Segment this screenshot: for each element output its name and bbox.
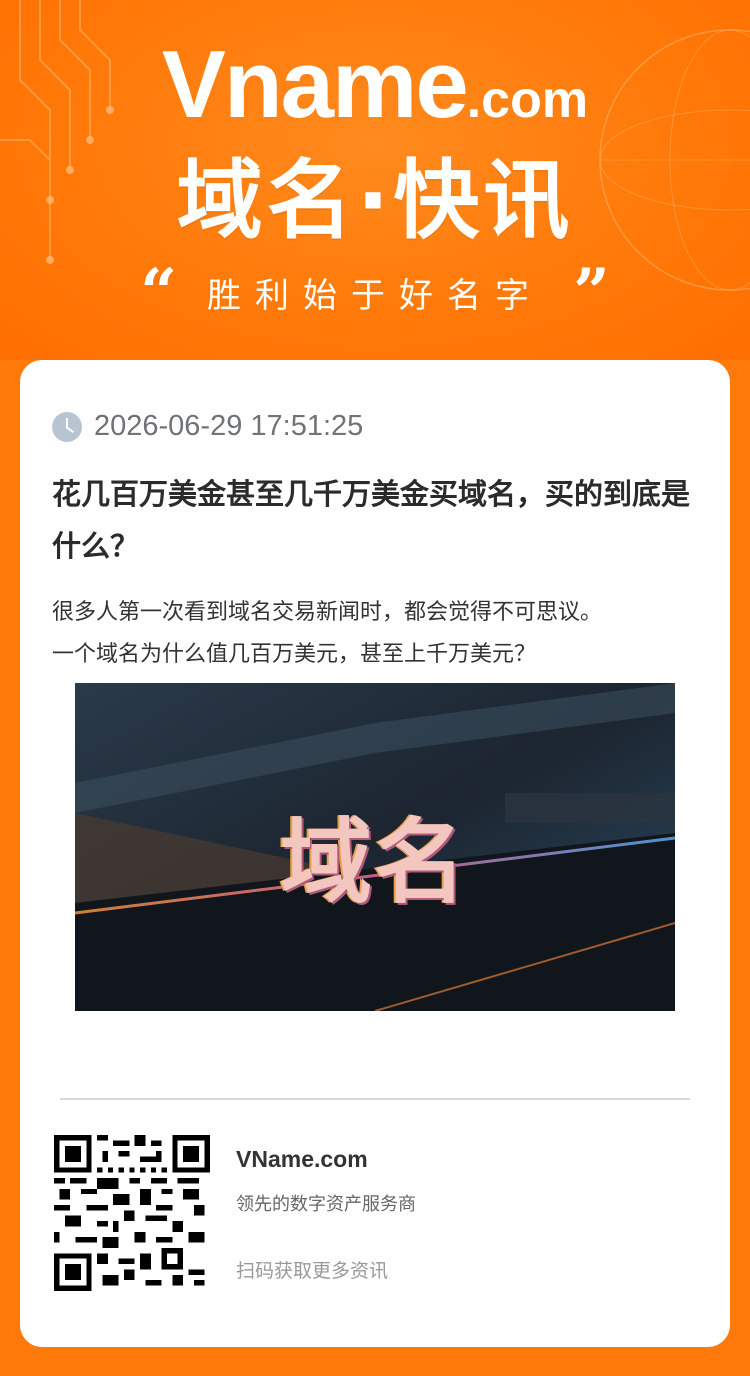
- quote-open-icon: “: [140, 254, 177, 330]
- qr-code[interactable]: [54, 1135, 210, 1291]
- article-image: 域名: [75, 683, 675, 1011]
- quote-close-icon: ”: [573, 254, 610, 330]
- brand-main: Vname: [161, 31, 469, 138]
- image-caption-text: 域名: [280, 809, 469, 916]
- company-tagline: 领先的数字资产服务商: [236, 1194, 416, 1215]
- slogan-text: 胜利始于好名字: [207, 276, 543, 316]
- header-banner: Vname.com 域名·快讯 “ 胜利始于好名字 ”: [0, 0, 750, 360]
- company-name: VName.com: [236, 1146, 368, 1172]
- clock-icon: [52, 411, 82, 442]
- divider: [60, 1098, 690, 1100]
- summary-line-1: 很多人第一次看到域名交易新闻时，都会觉得不可思议。: [52, 600, 603, 625]
- article-meta: 2026-06-29 17:51:25: [52, 410, 363, 443]
- timestamp: 2026-06-29 17:51:25: [94, 410, 364, 442]
- summary-line-2: 一个域名为什么值几百万美元，甚至上千万美元？: [52, 642, 537, 667]
- scan-prompt: 扫码获取更多资讯: [236, 1260, 389, 1282]
- brand-logo: Vname.com: [0, 30, 750, 140]
- brand-suffix: .com: [466, 71, 589, 129]
- slogan: “ 胜利始于好名字 ”: [0, 254, 750, 330]
- headline: 域名·快讯: [176, 151, 574, 251]
- article-summary: 很多人第一次看到域名交易新闻时，都会觉得不可思议。 一个域名为什么值几百万美元，…: [52, 592, 712, 676]
- article-card: 2026-06-29 17:51:25 花几百万美金甚至几千万美金买域名，买的到…: [20, 360, 730, 1347]
- article-title: 花几百万美金甚至几千万美金买域名，买的到底是什么？: [52, 477, 691, 563]
